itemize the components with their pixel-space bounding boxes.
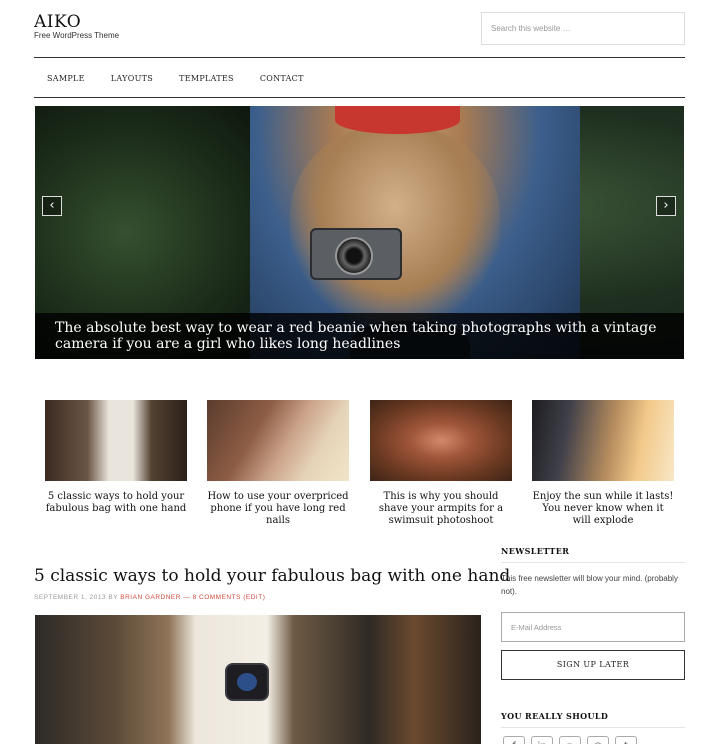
featured-post-title[interactable]: 5 classic ways to hold your fabulous bag… (45, 491, 187, 515)
widget-divider (501, 727, 685, 728)
search-placeholder: Search this website … (491, 24, 571, 33)
facebook-icon[interactable]: f (503, 736, 525, 744)
featured-post[interactable]: This is why you should shave your armpit… (370, 400, 512, 527)
social-widget-title: YOU REALLY SHOULD (501, 711, 609, 721)
featured-post[interactable]: 5 classic ways to hold your fabulous bag… (45, 400, 187, 515)
post-by: BY (108, 594, 118, 601)
nav-item-templates[interactable]: TEMPLATES (179, 74, 234, 83)
featured-post-title[interactable]: How to use your overpriced phone if you … (207, 491, 349, 527)
post-author-link[interactable]: BRIAN GARDNER (120, 594, 181, 601)
search-input[interactable]: Search this website … (481, 12, 685, 45)
email-placeholder: E-Mail Address (511, 623, 562, 632)
featured-post-title[interactable]: This is why you should shave your armpit… (370, 491, 512, 527)
main-nav: SAMPLE LAYOUTS TEMPLATES CONTACT (34, 58, 685, 98)
widget-divider (501, 562, 685, 563)
slider-photo-beanie (335, 106, 460, 134)
post-date: SEPTEMBER 1, 2013 (34, 594, 107, 601)
slider-photo-detail (290, 126, 500, 326)
site-description: Free WordPress Theme (34, 31, 120, 40)
instagram-icon[interactable]: ◎ (587, 736, 609, 744)
newsletter-text: This free newsletter will blow your mind… (501, 574, 678, 596)
post-title[interactable]: 5 classic ways to hold your fabulous bag… (34, 566, 510, 586)
slider-caption-text[interactable]: The absolute best way to wear a red bean… (55, 320, 664, 352)
newsletter-widget-title: NEWSLETTER (501, 546, 570, 556)
featured-post-image[interactable] (207, 400, 349, 481)
linkedin-icon[interactable]: in (531, 736, 553, 744)
post-image-watch-face (237, 673, 257, 691)
featured-post-image[interactable] (45, 400, 187, 481)
meta-separator: — (183, 594, 191, 601)
pinterest-icon[interactable]: p (559, 736, 581, 744)
post-comments-link[interactable]: 8 COMMENTS (EDIT) (193, 594, 266, 601)
slider-caption[interactable]: The absolute best way to wear a red bean… (35, 313, 684, 359)
post-meta: SEPTEMBER 1, 2013 BY BRIAN GARDNER — 8 C… (34, 594, 265, 601)
site-title[interactable]: AIKO (34, 12, 81, 32)
nav-item-sample[interactable]: SAMPLE (47, 74, 85, 83)
featured-post[interactable]: How to use your overpriced phone if you … (207, 400, 349, 527)
slider-photo-lens (335, 237, 373, 275)
signup-button[interactable]: SIGN UP LATER (501, 650, 685, 680)
featured-post-image[interactable] (532, 400, 674, 481)
featured-post-title[interactable]: Enjoy the sun while it lasts! You never … (532, 491, 674, 527)
featured-post-image[interactable] (370, 400, 512, 481)
slider-prev-button[interactable]: ‹ (42, 196, 62, 216)
newsletter-email-field[interactable]: E-Mail Address (501, 612, 685, 642)
featured-post[interactable]: Enjoy the sun while it lasts! You never … (532, 400, 674, 527)
nav-item-layouts[interactable]: LAYOUTS (111, 74, 153, 83)
slider-next-button[interactable]: › (656, 196, 676, 216)
twitter-icon[interactable]: t (615, 736, 637, 744)
post-featured-image[interactable] (35, 615, 481, 744)
nav-item-contact[interactable]: CONTACT (260, 74, 304, 83)
nav-divider (34, 97, 685, 98)
